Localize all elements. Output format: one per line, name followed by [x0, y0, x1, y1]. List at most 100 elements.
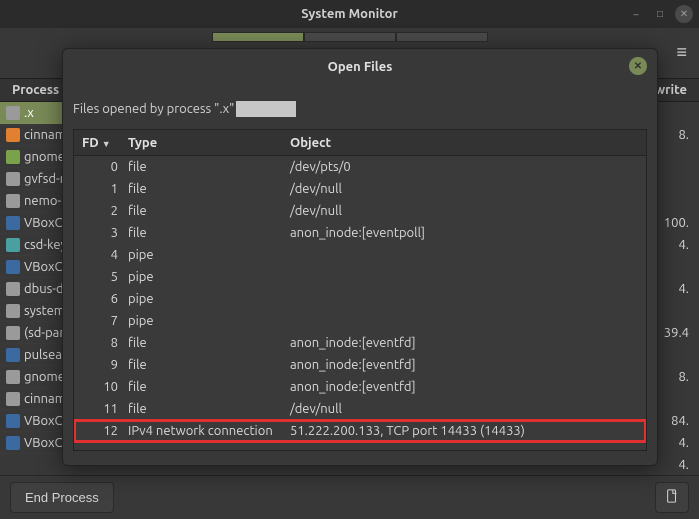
blue-icon: [6, 414, 20, 428]
tab-resources[interactable]: [304, 32, 396, 42]
maximize-button[interactable]: □: [651, 5, 669, 23]
open-files-dialog: Open Files ✕ Files opened by process ".x…: [62, 48, 658, 466]
cell-fd: 4: [82, 248, 128, 262]
cell-fd: 12: [82, 424, 128, 438]
table-row[interactable]: 2file/dev/null: [74, 200, 646, 222]
process-name: dbus-d: [24, 282, 62, 296]
disk-write-value: [657, 168, 699, 190]
gear-icon: [6, 326, 20, 340]
disk-write-value: 4.: [657, 432, 699, 454]
cell-object: /dev/null: [290, 402, 646, 416]
properties-button[interactable]: [655, 482, 689, 513]
process-name: pulseа: [24, 348, 62, 362]
cell-object: anon_inode:[eventfd]: [290, 380, 646, 394]
grid-icon: [6, 238, 20, 252]
process-name: VBoxC: [24, 414, 62, 428]
gear-icon: [6, 392, 20, 406]
col-fd[interactable]: FD▼: [82, 136, 128, 150]
tab-filesystems[interactable]: [396, 32, 488, 42]
blue-icon: [6, 348, 20, 362]
table-row[interactable]: 7pipe: [74, 310, 646, 332]
table-row[interactable]: 0file/dev/pts/0: [74, 156, 646, 178]
dialog-close-button[interactable]: ✕: [629, 57, 647, 75]
cell-object: 51.222.200.133, TCP port 14433 (14433): [290, 424, 646, 438]
cell-fd: 7: [82, 314, 128, 328]
process-row[interactable]: system: [0, 300, 62, 322]
table-row[interactable]: 11file/dev/null: [74, 398, 646, 420]
blue-icon: [6, 216, 20, 230]
cell-fd: 0: [82, 160, 128, 174]
gear-icon: [6, 282, 20, 296]
process-row[interactable]: gnome: [0, 366, 62, 388]
process-row[interactable]: gnome: [0, 146, 62, 168]
cell-fd: 3: [82, 226, 128, 240]
cell-type: file: [128, 380, 290, 394]
process-row[interactable]: pulseа: [0, 344, 62, 366]
cell-type: file: [128, 160, 290, 174]
process-name: VBoxC: [24, 260, 62, 274]
table-row[interactable]: 8fileanon_inode:[eventfd]: [74, 332, 646, 354]
gear-icon: [6, 172, 20, 186]
process-row[interactable]: VBoxC: [0, 410, 62, 432]
arrow-icon: [6, 150, 20, 164]
cell-type: pipe: [128, 314, 290, 328]
cell-fd: 6: [82, 292, 128, 306]
cell-type: file: [128, 226, 290, 240]
cell-type: pipe: [128, 292, 290, 306]
window-controls: – □ ✕: [627, 5, 693, 23]
process-row[interactable]: nemo-c: [0, 190, 62, 212]
process-row[interactable]: VBoxC: [0, 212, 62, 234]
process-name: gnome: [24, 370, 62, 384]
gear-icon: [6, 304, 20, 318]
disk-write-column: 8.100.4.4.39.48.84.4.4.: [657, 102, 699, 476]
process-row[interactable]: dbus-d: [0, 278, 62, 300]
process-row[interactable]: (sd-par: [0, 322, 62, 344]
cell-fd: 8: [82, 336, 128, 350]
table-row[interactable]: 9fileanon_inode:[eventfd]: [74, 354, 646, 376]
end-process-button[interactable]: End Process: [10, 482, 114, 513]
cell-object: /dev/null: [290, 182, 646, 196]
cell-object: /dev/pts/0: [290, 160, 646, 174]
table-row[interactable]: 12IPv4 network connection51.222.200.133,…: [74, 420, 646, 442]
process-row[interactable]: csd-key: [0, 234, 62, 256]
table-row[interactable]: 10fileanon_inode:[eventfd]: [74, 376, 646, 398]
cell-fd: 5: [82, 270, 128, 284]
document-icon: [665, 489, 679, 503]
dialog-description: Files opened by process ".x": [73, 95, 647, 129]
table-row[interactable]: 3fileanon_inode:[eventpoll]: [74, 222, 646, 244]
cell-fd: 11: [82, 402, 128, 416]
disk-write-value: [657, 300, 699, 322]
close-button[interactable]: ✕: [675, 5, 693, 23]
table-row[interactable]: 1file/dev/null: [74, 178, 646, 200]
cell-fd: 1: [82, 182, 128, 196]
process-row[interactable]: cinnam: [0, 388, 62, 410]
process-name: VBoxC: [24, 436, 62, 450]
minimize-button[interactable]: –: [627, 5, 645, 23]
process-name: cinnam: [24, 128, 62, 142]
cell-type: file: [128, 182, 290, 196]
table-row[interactable]: 4pipe: [74, 244, 646, 266]
process-row[interactable]: gvfsd-r: [0, 168, 62, 190]
col-type[interactable]: Type: [128, 136, 290, 150]
disk-write-value: [657, 146, 699, 168]
cell-object: anon_inode:[eventfd]: [290, 358, 646, 372]
files-table-body[interactable]: 0file/dev/pts/01file/dev/null2file/dev/n…: [73, 155, 647, 451]
process-row[interactable]: VBoxC: [0, 432, 62, 454]
redacted-pid: [236, 101, 296, 117]
tab-processes[interactable]: [212, 32, 304, 42]
dialog-description-text: Files opened by process ".x": [73, 102, 234, 116]
dialog-header: Open Files ✕: [63, 49, 657, 85]
table-row[interactable]: 6pipe: [74, 288, 646, 310]
disk-write-value: 84.: [657, 410, 699, 432]
process-row[interactable]: VBoxC: [0, 256, 62, 278]
cell-type: file: [128, 336, 290, 350]
menu-icon[interactable]: ≡: [676, 42, 687, 63]
process-row[interactable]: .x: [0, 102, 62, 124]
process-name: nemo-c: [24, 194, 62, 208]
col-object[interactable]: Object: [290, 136, 646, 150]
cell-fd: 2: [82, 204, 128, 218]
blue-icon: [6, 260, 20, 274]
table-row[interactable]: 5pipe: [74, 266, 646, 288]
process-row[interactable]: cinnam: [0, 124, 62, 146]
bottom-toolbar: End Process: [0, 475, 699, 519]
